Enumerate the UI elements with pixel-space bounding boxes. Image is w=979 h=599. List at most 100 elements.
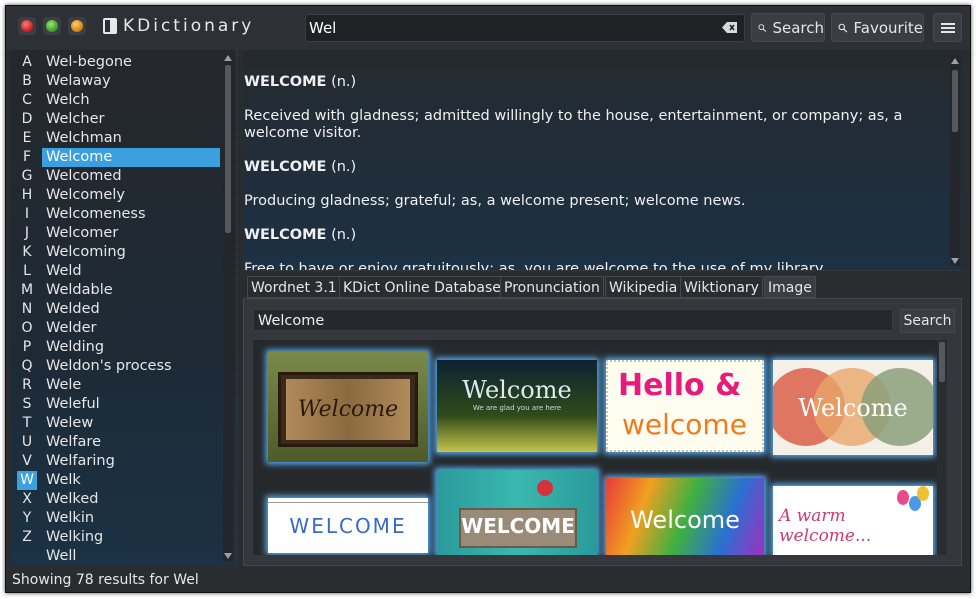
word-list-item[interactable]: Welcome [42, 148, 220, 167]
scrollbar-thumb[interactable] [939, 342, 945, 382]
word-list-item[interactable]: Wele [42, 376, 220, 395]
word-list-item[interactable]: Welfare [42, 433, 220, 452]
word-list-item[interactable]: Weldable [42, 281, 220, 300]
word-list-item[interactable]: Welcomeness [42, 205, 220, 224]
word-list-item[interactable]: Welked [42, 490, 220, 509]
definition-heading: WELCOME (n.) [244, 74, 943, 91]
alphabet-letter[interactable]: Z [17, 528, 37, 547]
maximize-icon[interactable] [43, 17, 61, 35]
definition-heading: WELCOME (n.) [244, 159, 943, 176]
search-field[interactable] [305, 14, 745, 42]
image-caption: WELCOME [289, 514, 407, 538]
clear-icon[interactable] [722, 21, 738, 34]
scrollbar-thumb[interactable] [225, 65, 231, 233]
favourite-button[interactable]: Favourite [831, 13, 924, 42]
word-list-item[interactable]: Welcher [42, 110, 220, 129]
word-list: Wel-begone Welaway Welch Welcher Welchman Wel… [42, 53, 220, 566]
image-thumbnail[interactable]: Welcome [268, 352, 428, 462]
alphabet-letter[interactable]: C [17, 91, 37, 110]
image-thumbnail[interactable]: Welcome [773, 360, 933, 455]
minimize-icon[interactable] [68, 17, 86, 35]
status-bar: Showing 78 results for Wel [6, 568, 970, 592]
alphabet-letter[interactable]: H [17, 186, 37, 205]
image-thumbnail[interactable]: Welcome We are glad you are here [437, 360, 597, 452]
alphabet-letter[interactable]: R [17, 376, 37, 395]
tab-wikipedia[interactable]: Wikipedia [605, 276, 682, 298]
alphabet-letter[interactable]: E [17, 129, 37, 148]
alphabet-letter[interactable]: Q [17, 357, 37, 376]
search-button[interactable]: Search [751, 13, 825, 42]
alphabet-letter[interactable]: L [17, 262, 37, 281]
alphabet-letter[interactable]: I [17, 205, 37, 224]
word-list-item[interactable]: Well [42, 547, 220, 566]
vertical-splitter[interactable] [236, 50, 242, 566]
scroll-up-icon[interactable] [224, 55, 232, 61]
word-list-item[interactable]: Weldon's process [42, 357, 220, 376]
alphabet-letter[interactable]: A [17, 53, 37, 72]
image-thumbnail[interactable]: Welcome [606, 478, 764, 555]
scrollbar-thumb[interactable] [952, 70, 958, 132]
horizontal-splitter[interactable] [243, 270, 962, 275]
word-list-item[interactable]: Welcomer [42, 224, 220, 243]
tab-wiktionary[interactable]: Wiktionary [680, 276, 763, 298]
alphabet-letter[interactable]: T [17, 414, 37, 433]
search-input[interactable] [306, 15, 716, 41]
word-list-item[interactable]: Welded [42, 300, 220, 319]
alphabet-letter[interactable]: U [17, 433, 37, 452]
image-search-button[interactable]: Search [900, 309, 955, 333]
tab-wordnet-3-1[interactable]: Wordnet 3.1 [247, 276, 341, 298]
definition-scrollbar[interactable] [950, 56, 960, 266]
definition-term: WELCOME [244, 74, 327, 90]
alphabet-letter[interactable]: W [17, 471, 37, 490]
tab-image[interactable]: Image [764, 276, 816, 298]
word-list-item[interactable]: Welfaring [42, 452, 220, 471]
word-list-item[interactable]: Welkin [42, 509, 220, 528]
word-list-item[interactable]: Welking [42, 528, 220, 547]
alphabet-letter[interactable]: O [17, 319, 37, 338]
alphabet-letter[interactable]: G [17, 167, 37, 186]
tab-kdict-online-database[interactable]: KDict Online Database [339, 276, 505, 298]
word-list-item[interactable]: Welchman [42, 129, 220, 148]
alphabet-letter[interactable]: Y [17, 509, 37, 528]
search-button-label: Search [772, 18, 824, 37]
image-thumbnail[interactable]: WELCOME [437, 470, 597, 555]
image-thumbnail[interactable]: Hello & welcome [606, 360, 764, 452]
word-list-item[interactable]: Welcomed [42, 167, 220, 186]
close-icon[interactable] [18, 17, 36, 35]
alphabet-letter[interactable]: B [17, 72, 37, 91]
definition-term: WELCOME [244, 227, 327, 243]
alphabet-letter[interactable]: M [17, 281, 37, 300]
word-list-item[interactable]: Welcoming [42, 243, 220, 262]
word-list-item[interactable]: Welding [42, 338, 220, 357]
gallery-scrollbar[interactable] [937, 340, 947, 555]
word-list-item[interactable]: Wel-begone [42, 53, 220, 72]
tab-pronunciation[interactable]: Pronunciation [500, 276, 604, 298]
image-search-field[interactable] [253, 309, 893, 331]
word-list-scrollbar[interactable] [223, 53, 233, 561]
scroll-up-icon[interactable] [951, 58, 959, 64]
word-list-item[interactable]: Welaway [42, 72, 220, 91]
alphabet-letter[interactable]: D [17, 110, 37, 129]
alphabet-letter[interactable]: X [17, 490, 37, 509]
word-list-item[interactable]: Welch [42, 91, 220, 110]
word-list-item[interactable]: Weld [42, 262, 220, 281]
alphabet-letter[interactable]: V [17, 452, 37, 471]
word-list-item[interactable]: Welder [42, 319, 220, 338]
alphabet-letter[interactable]: F [17, 148, 37, 167]
alphabet-letter[interactable]: K [17, 243, 37, 262]
image-search-input[interactable] [254, 311, 892, 331]
alphabet-letter[interactable]: J [17, 224, 37, 243]
alphabet-letter[interactable]: P [17, 338, 37, 357]
scroll-down-icon[interactable] [224, 553, 232, 559]
image-thumbnail[interactable]: A warm welcome... [773, 486, 933, 555]
image-caption: A warm welcome... [779, 506, 872, 546]
alphabet-letter[interactable]: N [17, 300, 37, 319]
menu-button[interactable] [933, 13, 962, 42]
word-list-item[interactable]: Welew [42, 414, 220, 433]
word-list-item[interactable]: Welk [42, 471, 220, 490]
word-list-item[interactable]: Weleful [42, 395, 220, 414]
scroll-down-icon[interactable] [951, 258, 959, 264]
image-thumbnail[interactable]: WELCOME [268, 498, 428, 553]
word-list-item[interactable]: Welcomely [42, 186, 220, 205]
alphabet-letter[interactable]: S [17, 395, 37, 414]
